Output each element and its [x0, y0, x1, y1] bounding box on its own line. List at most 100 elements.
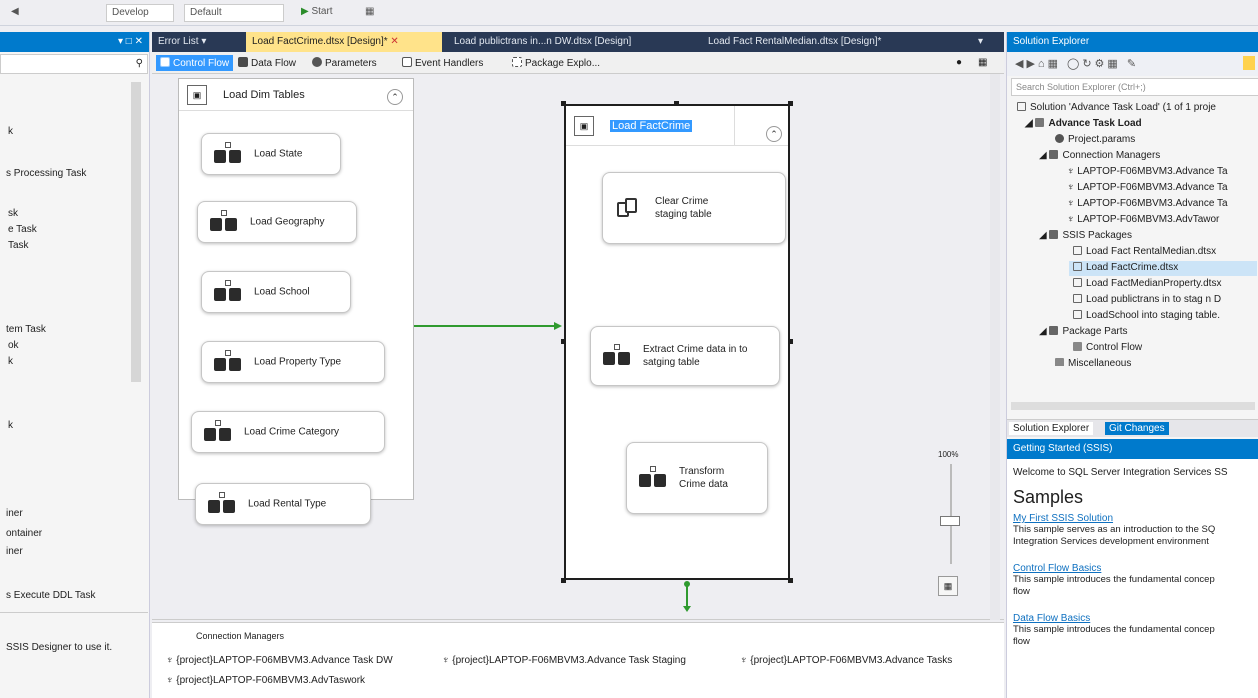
tab-parameters[interactable]: Parameters: [308, 55, 381, 71]
canvas-scrollbar[interactable]: [990, 74, 1000, 620]
selection-handle[interactable]: [788, 339, 793, 344]
grid-options-icon[interactable]: ▦: [974, 55, 991, 71]
selection-handle[interactable]: [561, 101, 566, 106]
toolbox-item[interactable]: tem Task: [6, 324, 46, 335]
zoom-slider-thumb[interactable]: [940, 516, 960, 526]
tree-item-miscellaneous[interactable]: Miscellaneous: [1055, 358, 1131, 366]
tree-item-package-selected[interactable]: Load FactCrime.dtsx: [1069, 261, 1257, 276]
start-button[interactable]: ▶ Start: [296, 4, 350, 22]
tree-item-connection[interactable]: ♆ LAPTOP-F06MBVM3.Advance Ta: [1067, 198, 1228, 209]
toolbox-item[interactable]: s Execute DDL Task: [6, 590, 95, 601]
toolbox-item[interactable]: sk: [8, 208, 18, 219]
connection-manager-item[interactable]: ♆ {project}LAPTOP-F06MBVM3.AdvTaswork: [166, 675, 365, 686]
collapse-icon[interactable]: ⌃: [766, 126, 782, 142]
zoom-fit-icon[interactable]: ▦: [938, 576, 958, 596]
tab-data-flow[interactable]: Data Flow: [234, 55, 300, 71]
selection-handle[interactable]: [674, 101, 679, 106]
tree-item-connection[interactable]: ♆ LAPTOP-F06MBVM3.Advance Ta: [1067, 182, 1228, 193]
tree-item-control-flow[interactable]: Control Flow: [1073, 342, 1142, 353]
task-load-property-type[interactable]: Load Property Type: [201, 341, 385, 383]
tree-item-connection[interactable]: ♆ LAPTOP-F06MBVM3.Advance Ta: [1067, 166, 1228, 177]
task-load-rental-type[interactable]: Load Rental Type: [195, 483, 371, 525]
platform-dropdown[interactable]: Default: [184, 4, 284, 22]
toolbar-extra-icon[interactable]: ▦: [360, 4, 400, 22]
connection-manager-item[interactable]: ♆ {project}LAPTOP-F06MBVM3.Advance Tasks: [740, 655, 952, 666]
toolbox-item[interactable]: k: [8, 126, 13, 137]
toolbox-search-input[interactable]: ⚲: [0, 54, 148, 74]
folder-icon: [1055, 358, 1064, 366]
tree-item-project[interactable]: ◢ Advance Task Load: [1025, 118, 1142, 129]
tree-item-connection[interactable]: ♆ LAPTOP-F06MBVM3.AdvTawor: [1067, 214, 1219, 225]
explorer-bottom-tabs: Solution Explorer Git Changes: [1007, 419, 1258, 437]
samples-heading: Samples: [1013, 487, 1084, 507]
task-load-school[interactable]: Load School: [201, 271, 351, 313]
tab-load-fact-rentalmedian[interactable]: Load Fact RentalMedian.dtsx [Design]*: [702, 32, 912, 52]
toolbox-item[interactable]: e Task: [8, 224, 37, 235]
tree-item-package[interactable]: Load Fact RentalMedian.dtsx: [1073, 246, 1216, 257]
tree-item-solution[interactable]: Solution 'Advance Task Load' (1 of 1 pro…: [1017, 102, 1216, 113]
zoom-slider-track[interactable]: [950, 464, 952, 564]
selection-handle[interactable]: [561, 339, 566, 344]
toolbox-item[interactable]: ok: [8, 340, 19, 351]
sample-desc: flow: [1013, 586, 1030, 597]
horizontal-scrollbar[interactable]: [1011, 402, 1255, 410]
task-load-crime-category[interactable]: Load Crime Category: [191, 411, 385, 453]
sample-link[interactable]: Control Flow Basics: [1013, 563, 1215, 574]
toolbox-item[interactable]: iner: [6, 546, 23, 557]
toolbar-icons[interactable]: ◀▶⌂▦ ◯↻⚙▦ ✎: [1015, 57, 1139, 70]
selection-handle[interactable]: [788, 578, 793, 583]
task-transform-crime-data[interactable]: Transform Crime data: [626, 442, 768, 514]
sample-link[interactable]: My First SSIS Solution: [1013, 513, 1215, 524]
tab-overflow-icon[interactable]: ▾: [972, 32, 1002, 52]
sequence-container-load-factcrime[interactable]: ▣ Load FactCrime ⌃ Clear Crime staging t…: [564, 104, 790, 580]
toolbox-item[interactable]: Task: [8, 240, 29, 251]
container-header: ▣ Load Dim Tables ⌃: [179, 79, 413, 111]
toolbox-item[interactable]: s Processing Task: [6, 168, 86, 179]
tab-package-explorer[interactable]: Package Explo...: [508, 55, 604, 71]
tree-item-package[interactable]: LoadSchool into staging table.: [1073, 310, 1220, 321]
toolbox-scrollbar[interactable]: [131, 82, 141, 382]
task-load-geography[interactable]: Load Geography: [197, 201, 357, 243]
pin-icon[interactable]: [1243, 56, 1255, 70]
tab-load-publictrans[interactable]: Load publictrans in...n DW.dtsx [Design]: [448, 32, 668, 52]
control-flow-canvas[interactable]: ▣ Load Dim Tables ⌃ Load State Load Geog…: [152, 74, 1004, 620]
tree-item-ssis-packages[interactable]: ◢ SSIS Packages: [1039, 230, 1132, 241]
pin-icon[interactable]: ▾ □ ✕: [118, 36, 143, 47]
solution-explorer-panel: Solution Explorer ◀▶⌂▦ ◯↻⚙▦ ✎ Search Sol…: [1006, 32, 1258, 698]
container-title[interactable]: Load FactCrime: [610, 120, 693, 132]
package-icon: [1073, 278, 1082, 287]
tab-git-changes[interactable]: Git Changes: [1105, 422, 1169, 435]
sequence-container-load-dim-tables[interactable]: ▣ Load Dim Tables ⌃ Load State Load Geog…: [178, 78, 414, 525]
tab-error-list[interactable]: Error List ▾: [152, 32, 242, 52]
close-icon[interactable]: ✕: [390, 36, 398, 47]
task-clear-crime-staging[interactable]: Clear Crime staging table: [602, 172, 786, 244]
connection-manager-item[interactable]: ♆ {project}LAPTOP-F06MBVM3.Advance Task …: [442, 655, 686, 666]
connection-manager-item[interactable]: ♆ {project}LAPTOP-F06MBVM3.Advance Task …: [166, 655, 393, 666]
solution-search-input[interactable]: Search Solution Explorer (Ctrl+;): [1011, 78, 1258, 96]
tree-item-package-parts[interactable]: ◢ Package Parts: [1039, 326, 1128, 337]
tab-event-handlers[interactable]: Event Handlers: [398, 55, 487, 71]
toolbox-item[interactable]: k: [8, 356, 13, 367]
data-flow-task-icon: [214, 142, 244, 163]
toolbox-item[interactable]: iner: [6, 508, 23, 519]
variables-icon[interactable]: ●: [952, 55, 966, 71]
selection-handle[interactable]: [561, 578, 566, 583]
task-load-state[interactable]: Load State: [201, 133, 341, 175]
collapse-icon[interactable]: ⌃: [387, 89, 403, 105]
sample-desc: This sample introduces the fundamental c…: [1013, 574, 1215, 585]
nav-back-icon[interactable]: ◀: [6, 4, 20, 22]
tab-control-flow[interactable]: Control Flow: [156, 55, 234, 71]
task-extract-crime-data[interactable]: Extract Crime data in to satging table: [590, 326, 780, 386]
tab-load-factcrime[interactable]: Load FactCrime.dtsx [Design]* ✕: [246, 32, 442, 52]
sample-link[interactable]: Data Flow Basics: [1013, 613, 1215, 624]
tab-solution-explorer[interactable]: Solution Explorer: [1009, 422, 1094, 435]
tree-item-project-params[interactable]: Project.params: [1055, 134, 1135, 145]
configuration-dropdown[interactable]: Develop: [106, 4, 174, 22]
tree-item-connection-managers[interactable]: ◢ Connection Managers: [1039, 150, 1160, 161]
toolbox-item[interactable]: ontainer: [6, 528, 42, 539]
toolbox-item[interactable]: k: [8, 420, 13, 431]
search-icon: ⚲: [135, 58, 143, 69]
tree-item-package[interactable]: Load FactMedianProperty.dtsx: [1073, 278, 1221, 289]
tree-item-package[interactable]: Load publictrans in to stag n D: [1073, 294, 1221, 305]
selection-handle[interactable]: [788, 101, 793, 106]
